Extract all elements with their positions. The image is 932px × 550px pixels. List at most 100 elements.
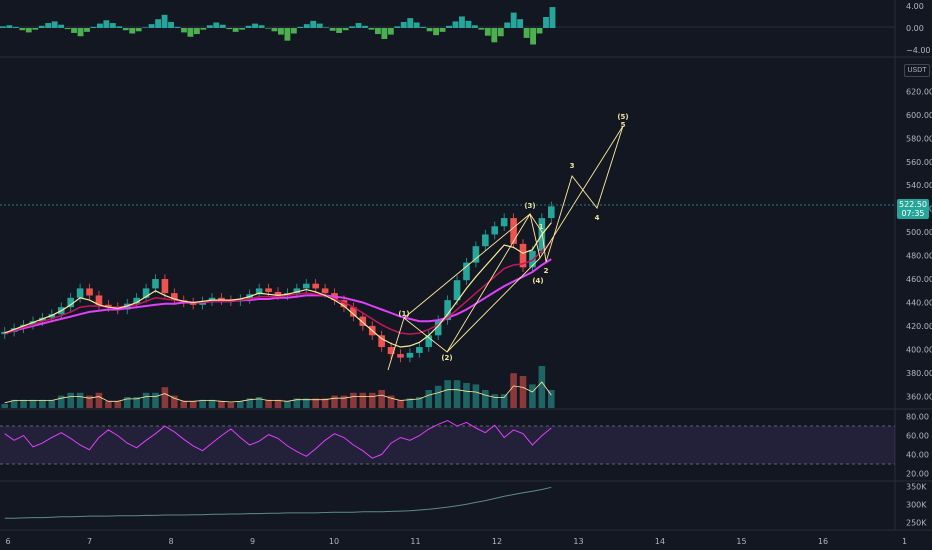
volume-bar <box>161 387 169 408</box>
oscillator-bar <box>239 28 246 30</box>
oscillator-bar <box>290 28 297 34</box>
candle-body <box>161 279 169 294</box>
oscillator-bar <box>252 23 259 28</box>
rsi-tick-label: 20.00 <box>906 469 929 478</box>
rsi-tick-label: 60.00 <box>906 432 929 441</box>
volume-bar <box>529 384 536 408</box>
volume-bar <box>425 390 433 408</box>
oscillator-bar <box>491 28 498 43</box>
candle-body <box>397 354 404 358</box>
candle-body <box>482 234 489 247</box>
volume-bar <box>29 399 37 408</box>
oscillator-bar <box>426 28 433 32</box>
volume-bar <box>463 383 470 408</box>
wave-label: (1) <box>398 310 409 318</box>
oscillator-bar <box>478 28 485 30</box>
price-tick-label: 620.00 <box>906 87 932 96</box>
oscillator-tick-label: 4.00 <box>906 2 924 11</box>
volume-bar <box>547 390 555 408</box>
oscillator-bar <box>465 20 472 28</box>
oscillator-bar <box>297 26 304 28</box>
volume-bar <box>114 401 122 408</box>
time-tick-label: 16 <box>818 537 828 546</box>
oscillator-bar <box>103 20 110 28</box>
candle-body <box>463 262 470 281</box>
oscillator-bar <box>329 28 336 31</box>
volume-bar <box>180 401 188 408</box>
oscillator-bar <box>6 25 13 28</box>
oscillator-tick-label: 0.00 <box>906 24 924 33</box>
oscillator-bar <box>51 21 58 28</box>
candle-body <box>416 347 423 353</box>
volume-bar <box>444 380 451 408</box>
currency-unit-label[interactable]: USDT <box>904 64 930 77</box>
oscillator-bar <box>407 18 414 28</box>
oscillator-bar <box>303 24 310 28</box>
oscillator-bar <box>459 16 465 28</box>
oscillator-bar <box>77 28 84 37</box>
oscillator-bar <box>413 22 420 28</box>
oscillator-bar <box>116 26 123 28</box>
candle-body <box>321 288 329 294</box>
oscillator-bar <box>355 23 362 28</box>
candle-body <box>86 288 93 296</box>
volume-bar <box>39 399 46 408</box>
time-tick-label: 1 <box>902 537 907 546</box>
oscillator-bar <box>168 21 174 28</box>
time-tick-label: 11 <box>410 537 420 546</box>
price-tick-label: 500.00 <box>906 228 932 237</box>
oscillator-bar <box>452 21 459 28</box>
oscillator-bar <box>213 22 220 28</box>
volume-bar <box>189 401 197 408</box>
oscillator-bar <box>206 25 213 28</box>
oscillator-bar <box>420 26 427 28</box>
time-tick-label: 8 <box>168 537 173 546</box>
volume-bar <box>67 392 74 408</box>
price-tick-label: 580.00 <box>906 134 932 143</box>
candle-body <box>265 288 272 292</box>
oscillator-bar <box>19 28 26 31</box>
oscillator-bar <box>148 24 155 28</box>
price-tick-label: 400.00 <box>906 345 932 354</box>
volume-bar <box>48 399 56 408</box>
volume-bar <box>397 399 404 408</box>
oscillator-bar <box>316 23 323 28</box>
volume-bar <box>491 394 499 408</box>
price-tick-label: 440.00 <box>906 298 932 307</box>
candle-body <box>453 280 461 301</box>
volume-bar <box>152 392 159 408</box>
oscillator-bar <box>342 28 349 31</box>
volume-bar <box>538 366 546 408</box>
trading-chart[interactable]: 4.000.00−4.00 (1)(2)(3)(4)(5)12345 620.0… <box>0 0 932 550</box>
volume-bar <box>519 376 527 408</box>
last-price-value: 522.50 <box>899 200 927 209</box>
volume-bar <box>105 401 112 408</box>
oscillator-bar <box>129 28 136 34</box>
oscillator-bar <box>271 28 278 32</box>
oscillator-bar <box>155 19 162 28</box>
oscillator-bar <box>58 24 65 28</box>
candle-body <box>529 250 536 268</box>
oscillator-bar <box>232 28 239 32</box>
volume-bar <box>265 399 272 408</box>
volume-bar <box>76 392 84 408</box>
oscillator-bar <box>187 28 194 37</box>
oscillator-bar <box>543 17 549 28</box>
price-tick-label: 600.00 <box>906 111 932 120</box>
volume-bar <box>95 392 103 408</box>
candle-body <box>547 206 555 219</box>
candle-body <box>510 218 517 244</box>
rsi-band <box>0 426 895 464</box>
wave-label: 1 <box>539 223 544 231</box>
volume-bar <box>434 385 442 408</box>
time-tick-label: 7 <box>87 537 92 546</box>
oscillator-bar <box>517 19 524 28</box>
volume-bar <box>227 402 235 408</box>
volume-bar <box>453 380 461 408</box>
oscillator-bar <box>446 25 452 28</box>
candle-body <box>491 226 499 235</box>
oscillator-bar <box>135 28 142 32</box>
rsi-tick-label: 80.00 <box>906 413 929 422</box>
volume-bar <box>510 373 517 408</box>
oscillator-bar <box>310 20 317 28</box>
